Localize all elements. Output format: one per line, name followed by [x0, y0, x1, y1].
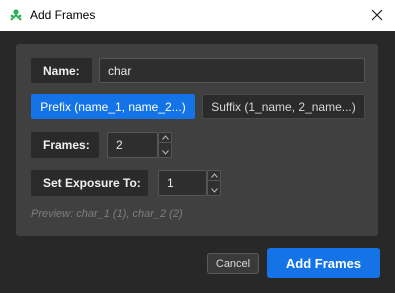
close-icon — [371, 9, 383, 21]
frames-input[interactable]: 2 — [107, 132, 158, 158]
name-input[interactable]: char — [99, 58, 365, 83]
name-label: Name: — [31, 58, 92, 83]
exposure-stepper[interactable] — [207, 170, 221, 196]
app-icon — [10, 9, 22, 21]
frames-decrement-button[interactable] — [159, 148, 171, 157]
chevron-down-icon — [210, 188, 218, 193]
frames-stepper[interactable] — [158, 132, 172, 158]
exposure-input[interactable]: 1 — [158, 170, 207, 196]
window-title: Add Frames — [30, 8, 96, 22]
prefix-option-button[interactable]: Prefix (name_1, name_2...) — [31, 94, 195, 119]
frames-input-value: 2 — [116, 138, 123, 152]
preview-text: Preview: char_1 (1), char_2 (2) — [31, 208, 183, 220]
name-input-value: char — [108, 63, 132, 78]
suffix-option-button[interactable]: Suffix (1_name, 2_name...) — [202, 94, 365, 119]
exposure-decrement-button[interactable] — [208, 186, 220, 195]
exposure-input-value: 1 — [167, 176, 174, 190]
exposure-increment-button[interactable] — [208, 171, 220, 181]
frames-increment-button[interactable] — [159, 133, 171, 143]
title-bar: Add Frames — [0, 0, 395, 31]
close-button[interactable] — [365, 3, 389, 27]
exposure-label: Set Exposure To: — [31, 170, 148, 196]
cancel-button[interactable]: Cancel — [207, 253, 259, 274]
frames-label: Frames: — [31, 132, 99, 158]
chevron-down-icon — [161, 150, 169, 155]
add-frames-button[interactable]: Add Frames — [267, 248, 380, 278]
chevron-up-icon — [161, 135, 169, 140]
chevron-up-icon — [210, 173, 218, 178]
